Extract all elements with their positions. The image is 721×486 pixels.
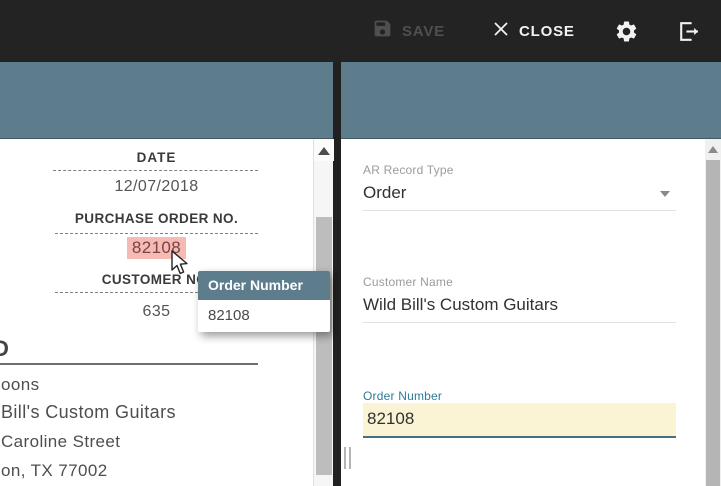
tooltip-value: 82108 [198,300,330,332]
settings-gear-icon [614,31,639,48]
scroll-up-button[interactable] [314,139,334,161]
arrow-up-icon [318,147,330,155]
field-value-text: Wild Bill's Custom Guitars [363,295,558,314]
save-button[interactable]: SAVE [372,0,445,62]
settings-button[interactable] [614,19,639,44]
field-customer-name: Customer Name Wild Bill's Custom Guitars [363,275,676,323]
customer-name-input[interactable]: Wild Bill's Custom Guitars [363,289,676,323]
doc-date-value: 12/07/2018 [0,178,313,196]
save-icon [372,18,393,44]
panel-resize-handle[interactable] [344,447,354,471]
document-viewer-toolbar [0,62,333,139]
scroll-up-button[interactable] [705,139,721,159]
field-order-number: Order Number 82108 [363,389,676,438]
doc-partial-letter: D [0,336,9,362]
ar-record-type-dropdown[interactable]: Order [363,177,676,211]
panel-scrollbar[interactable] [705,139,721,486]
save-label: SAVE [402,23,445,40]
index-fields-header: Index Fields [341,62,721,139]
close-x-icon [492,20,510,43]
top-bar: SAVE CLOSE [0,0,721,62]
mouse-cursor-icon [168,249,190,282]
doc-address-line: Caroline Street [1,432,120,452]
close-label: CLOSE [519,23,575,40]
doc-address-line: on, TX 77002 [1,461,108,481]
scrollbar-thumb[interactable] [706,160,720,486]
tooltip-title: Order Number [198,271,330,300]
field-label: AR Record Type [363,163,676,177]
field-ar-record-type: AR Record Type Order [363,163,676,211]
doc-po-label: PURCHASE ORDER NO. [0,211,313,226]
field-value-text: Order [363,183,406,202]
doc-po-value-wrap[interactable]: 82108 [0,237,313,259]
logout-button[interactable] [676,19,701,44]
arrow-up-icon [708,146,718,153]
close-button[interactable]: CLOSE [492,0,575,62]
doc-separator-line [55,233,258,235]
doc-address-line: oons [1,375,39,395]
doc-separator-line [0,363,258,365]
field-label: Order Number [363,389,676,403]
doc-separator-line [53,170,258,172]
doc-date-label: DATE [0,150,313,165]
doc-address-line: Bill's Custom Guitars [1,402,176,423]
field-tooltip: Order Number 82108 [198,271,330,332]
app-window: SAVE CLOSE [0,0,721,486]
logout-icon [676,31,701,48]
field-value-text: 82108 [367,409,414,428]
chevron-down-icon [660,191,670,197]
pane-divider[interactable] [333,62,341,486]
order-number-input[interactable]: 82108 [363,403,676,438]
scrollbar-thumb[interactable] [316,217,332,475]
field-label: Customer Name [363,275,676,289]
index-fields-panel: AR Record Type Order Customer Name Wild … [341,139,721,486]
